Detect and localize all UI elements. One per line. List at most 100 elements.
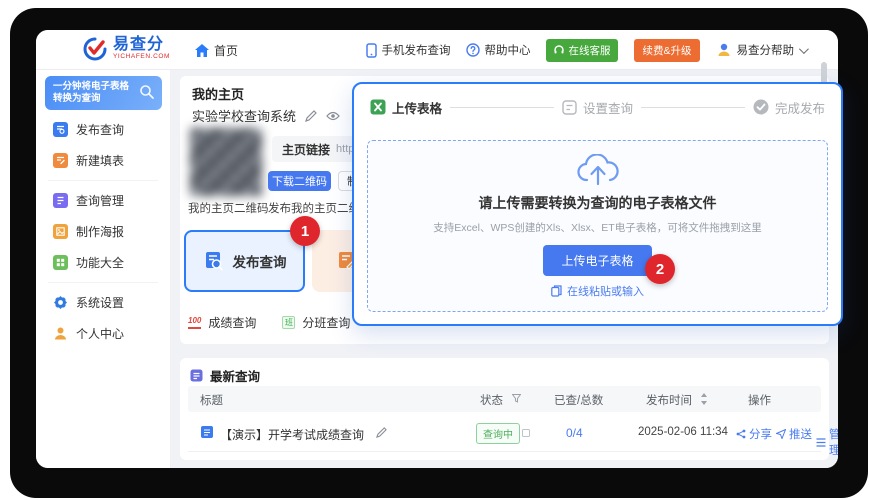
share-action[interactable]: 分享 [736, 426, 772, 442]
home-icon [195, 44, 209, 57]
logo-title: 易查分 [113, 37, 170, 53]
row-progress: 0/4 [566, 426, 583, 440]
all-features-icon [53, 255, 68, 270]
sidebar-item-personal-center[interactable]: 个人中心 [36, 318, 170, 349]
latest-queries-title: 最新查询 [210, 366, 260, 385]
upload-spreadsheet-button[interactable]: 上传电子表格 [543, 245, 651, 276]
publish-query-button-icon [203, 250, 225, 272]
upload-dialog: 上传表格 设置查询 完成发布 请上传需要转换为查询的电子表格文件 [352, 82, 843, 326]
step-finish-publish: 完成发布 [753, 98, 825, 117]
sidebar-item-publish-query[interactable]: 发布查询 [36, 114, 170, 145]
paste-online-link[interactable]: 在线粘贴或输入 [551, 283, 644, 299]
table-row[interactable]: 【演示】开学考试成绩查询 查询中 0/4 2025-02-06 11:34 [188, 416, 821, 452]
manage-action[interactable]: 管理 [816, 426, 838, 458]
status-extra-icon[interactable] [522, 429, 530, 437]
step-configure-query: 设置查询 [562, 98, 633, 117]
top-right-group: 手机发布查询 帮助中心 在线客服 续费&升级 [366, 30, 806, 70]
cloud-upload-icon [577, 154, 619, 186]
eye-icon[interactable] [326, 111, 340, 121]
magnifier-illustration-icon [139, 84, 155, 100]
col-time: 发布时间 [646, 392, 692, 408]
menu-icon [816, 438, 826, 447]
latest-queries-card: 最新查询 标题 状态 已查/总数 发布时间 操作 [180, 358, 829, 460]
site-name-row: 实验学校查询系统 [192, 106, 340, 125]
banner-line1: 一分钟将电子表格 [53, 81, 129, 92]
logo[interactable]: 易查分 YICHAFEN.COM [82, 36, 170, 62]
page-title: 我的主页 [192, 84, 244, 103]
question-icon [466, 43, 480, 57]
upload-hint: 支持Excel、WPS创建的Xls、Xlsx、ET电子表格，可将文件拖拽到这里 [433, 220, 761, 235]
sidebar-item-all-features[interactable]: 功能大全 [36, 247, 170, 278]
upload-dropzone[interactable]: 请上传需要转换为查询的电子表格文件 支持Excel、WPS创建的Xls、Xlsx… [367, 140, 828, 312]
banner-line2: 转换为查询 [53, 93, 101, 104]
device-frame: 易查分 YICHAFEN.COM 首页 手机发布查询 [10, 8, 868, 498]
quick-links-row: 100 成绩查询 班 分班查询 [188, 314, 350, 331]
col-title: 标题 [200, 392, 223, 408]
latest-queries-icon [190, 369, 203, 382]
help-center-link[interactable]: 帮助中心 [466, 42, 530, 58]
row-title: 【演示】开学考试成绩查询 [220, 426, 364, 443]
avatar [716, 42, 732, 58]
homepage-qr-code [190, 128, 262, 196]
sidebar-divider [48, 180, 158, 181]
phone-icon [366, 43, 377, 58]
col-status: 状态 [480, 392, 503, 408]
sidebar-item-query-management[interactable]: 查询管理 [36, 185, 170, 216]
step-badge-2: 2 [645, 254, 675, 284]
check-circle-icon [753, 99, 769, 115]
share-icon [736, 429, 746, 439]
logo-icon [82, 36, 108, 62]
nav-home[interactable]: 首页 [195, 30, 238, 70]
row-doc-icon [200, 425, 214, 439]
send-icon [776, 429, 786, 439]
publish-query-icon [53, 122, 68, 137]
upload-title: 请上传需要转换为查询的电子表格文件 [479, 193, 717, 213]
dialog-steps: 上传表格 设置查询 完成发布 [370, 96, 825, 118]
person-icon [53, 326, 68, 341]
step-badge-1: 1 [290, 216, 320, 246]
configure-icon [562, 100, 577, 115]
renew-upgrade-button[interactable]: 续费&升级 [634, 39, 699, 62]
sidebar-item-new-form[interactable]: 新建填表 [36, 145, 170, 176]
qr-caption: 我的主页二维码 [188, 200, 269, 216]
logo-subtitle: YICHAFEN.COM [113, 54, 170, 61]
new-form-icon [53, 153, 68, 168]
mobile-publish-link[interactable]: 手机发布查询 [366, 42, 450, 58]
table-header-row: 标题 状态 已查/总数 发布时间 操作 [188, 386, 821, 412]
paste-icon [551, 285, 562, 297]
site-name: 实验学校查询系统 [192, 106, 296, 125]
edit-site-name-icon[interactable] [305, 110, 317, 122]
publish-query-button[interactable]: 发布查询 [184, 230, 305, 292]
excel-icon [370, 99, 386, 115]
push-action[interactable]: 推送 [776, 426, 812, 442]
col-progress: 已查/总数 [554, 392, 603, 408]
step-upload-form: 上传表格 [370, 98, 442, 117]
sidebar-item-system-settings[interactable]: 系统设置 [36, 287, 170, 318]
query-management-icon [53, 193, 68, 208]
class-ban-icon: 班 [282, 316, 295, 329]
status-badge: 查询中 [476, 423, 520, 444]
download-qr-button[interactable]: 下载二维码 [268, 171, 331, 191]
top-bar: 易查分 YICHAFEN.COM 首页 手机发布查询 [36, 30, 838, 70]
link-label: 主页链接 [282, 141, 330, 158]
filter-icon[interactable] [512, 394, 521, 403]
step-connector [450, 107, 554, 108]
step-connector [641, 107, 745, 108]
headset-icon [554, 45, 564, 55]
sidebar: 一分钟将电子表格 转换为查询 发布查询 新建填表 [36, 70, 171, 468]
quick-link-class-query[interactable]: 班 分班查询 [282, 314, 350, 331]
sidebar-divider [48, 282, 158, 283]
latest-queries-header: 最新查询 [190, 366, 260, 385]
col-actions: 操作 [748, 392, 771, 408]
sidebar-promo-banner[interactable]: 一分钟将电子表格 转换为查询 [45, 76, 162, 110]
sidebar-item-make-poster[interactable]: 制作海报 [36, 216, 170, 247]
row-time: 2025-02-06 11:34 [638, 426, 728, 438]
sort-icon[interactable] [700, 393, 708, 405]
row-edit-icon[interactable] [376, 427, 387, 438]
chevron-down-icon [799, 44, 809, 54]
score-100-icon: 100 [188, 316, 201, 328]
gear-icon [53, 295, 68, 310]
quick-link-score-query[interactable]: 100 成绩查询 [188, 314, 256, 331]
online-service-button[interactable]: 在线客服 [546, 39, 618, 62]
account-menu[interactable]: 易查分帮助 [716, 42, 807, 58]
